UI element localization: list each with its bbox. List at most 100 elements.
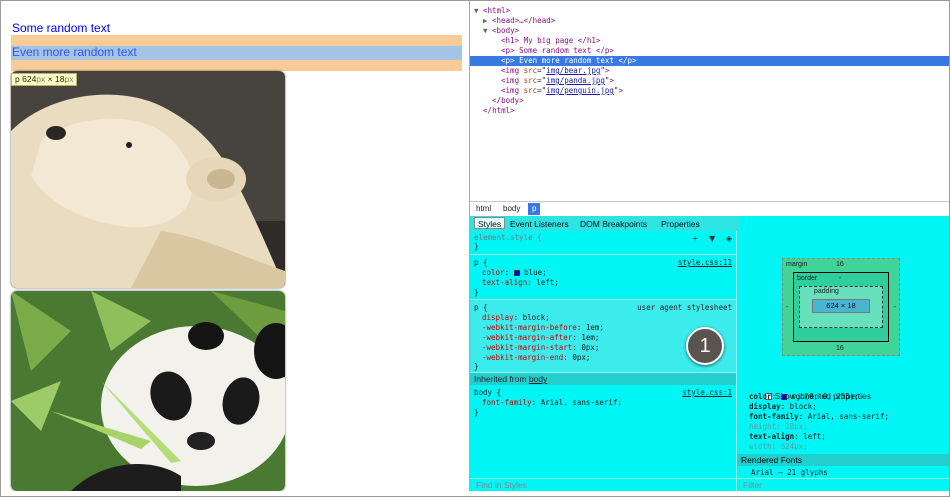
color-format-icon[interactable]: ◈ — [726, 234, 732, 243]
dom-attr-link[interactable]: img/penguin.jpg — [546, 86, 614, 95]
tab-properties[interactable]: Properties — [661, 218, 700, 230]
element-style-close: } — [474, 242, 479, 251]
computed-val: 624px; — [780, 442, 808, 451]
page-preview: Some random text Even more random text p… — [1, 1, 469, 491]
element-style-selector[interactable]: element.style { — [474, 233, 542, 243]
computed-style-line[interactable]: font-family: Arial, sans-serif; — [749, 412, 889, 422]
polar-bear-image[interactable] — [11, 71, 285, 288]
computed-val: 18px; — [785, 422, 808, 431]
dom-tag-name: html — [492, 106, 511, 115]
dom-node-line[interactable]: <p> Even more random text </p> — [470, 56, 949, 66]
box-model-padding[interactable]: padding 624 × 18 — [799, 286, 883, 328]
dom-tag-rest: > Some random text </p> — [510, 46, 614, 55]
computed-val: left; — [803, 432, 826, 441]
margin-bottom-value[interactable]: 16 — [836, 345, 844, 352]
box-model-content[interactable]: 624 × 18 — [812, 299, 870, 313]
elements-tree: ▼ <html> ▶ <head>…</head> ▼ <body> <h1> My… — [470, 1, 949, 201]
margin-top-value[interactable]: 16 — [836, 261, 844, 268]
dom-tag-rest: > — [505, 6, 511, 15]
computed-style-line[interactable]: width: 624px; — [749, 442, 808, 452]
tab-event-listeners[interactable]: Event Listeners — [510, 218, 569, 230]
dom-attr-link[interactable]: img/bear.jpg — [546, 66, 600, 75]
body-font-decl[interactable]: font-family: Arial, sans-serif; — [482, 398, 622, 408]
ua-val: 1em; — [585, 323, 604, 332]
panda-image[interactable] — [11, 291, 285, 491]
computed-style-line[interactable]: color: rgb(0, 0, 255); — [749, 392, 859, 402]
breadcrumb-html[interactable]: html — [472, 203, 495, 215]
show-inherited-row[interactable]: Show inherited properties — [741, 381, 871, 401]
computed-filter-input[interactable]: Filter — [737, 478, 949, 491]
inherited-label: Inherited from — [474, 374, 527, 384]
body-font-prop: font-family — [482, 398, 532, 407]
paragraph-some-random-text[interactable]: Some random text — [12, 21, 110, 35]
ua-val: 1em; — [581, 333, 600, 342]
pin-icon[interactable]: ▼ — [709, 234, 715, 243]
dom-tag-open: </ — [492, 96, 502, 105]
rule1-selector[interactable]: p { — [474, 258, 488, 268]
border-top-value[interactable]: - — [839, 275, 841, 282]
dom-tag-rest: > — [514, 26, 520, 35]
dom-tag-rest: > — [618, 86, 623, 95]
dom-node-line[interactable]: ▼ <body> — [470, 26, 519, 36]
dom-node-line[interactable]: <img src="img/penguin.jpg"> — [470, 86, 623, 96]
dom-attr-name: src — [523, 66, 538, 75]
rule1-align-prop: text-align — [482, 278, 528, 287]
new-rule-icon[interactable]: + — [692, 234, 699, 243]
tab-styles[interactable]: Styles — [474, 217, 506, 229]
ua-selector: p { — [474, 303, 488, 312]
breadcrumb-body[interactable]: body — [499, 203, 524, 215]
screenshot-frame: Some random text Even more random text p… — [0, 0, 950, 497]
rule1-align-val: left; — [536, 278, 559, 287]
dom-node-line[interactable]: <h1> My big page </h1> — [470, 36, 600, 46]
polar-bear-image-art — [11, 71, 285, 288]
computed-style-line[interactable]: display: block; — [749, 402, 817, 412]
ua-prop: display — [482, 313, 514, 322]
find-in-styles-input[interactable]: Find in Styles — [470, 478, 736, 491]
dom-node-line[interactable]: </body> — [470, 96, 524, 106]
dom-node-line[interactable]: ▶ <head>…</head> — [470, 16, 555, 26]
dom-tag-rest: > — [510, 106, 515, 115]
dom-tag-name: body — [496, 26, 515, 35]
computed-style-line[interactable]: height: 18px; — [749, 422, 808, 432]
rule-p-style-css: p { style.css:11 color: blue; text-align… — [470, 255, 736, 300]
breadcrumb-p[interactable]: p — [528, 203, 541, 215]
expand-triangle-icon[interactable]: ▼ — [483, 26, 488, 35]
margin-right-value[interactable]: - — [894, 304, 896, 311]
dom-node-line[interactable]: <p> Some random text </p> — [470, 46, 614, 56]
dom-attr-link[interactable]: img/panda.jpg — [546, 76, 605, 85]
rule1-source-link[interactable]: style.css:11 — [678, 258, 732, 268]
dom-node-line[interactable]: ▼ <html> — [470, 6, 510, 16]
box-model-border[interactable]: border - padding 624 × 18 — [793, 272, 889, 342]
margin-left-value[interactable]: - — [786, 304, 788, 311]
body-source-link[interactable]: style.css:1 — [682, 388, 732, 398]
tab-dom-breakpoints[interactable]: DOM Breakpoints — [580, 218, 647, 230]
ua-prop: -webkit-margin-end — [482, 353, 564, 362]
rule1-color-decl[interactable]: color: blue; — [482, 268, 547, 278]
dom-tag-open: </ — [483, 106, 493, 115]
expand-triangle-icon[interactable]: ▶ — [483, 16, 488, 25]
inherited-body-link[interactable]: body — [529, 374, 547, 384]
expand-triangle-icon[interactable]: ▼ — [474, 6, 479, 15]
computed-style-line[interactable]: text-align: left; — [749, 432, 826, 442]
element-size-tooltip: p 624px × 18px — [11, 73, 78, 86]
dom-node-line[interactable]: </html> — [470, 106, 515, 116]
tooltip-unit-h: px — [64, 74, 74, 84]
computed-prop: width — [749, 442, 772, 451]
inherited-from-header: Inherited from body — [470, 373, 736, 385]
dom-tag-rest: > — [609, 76, 614, 85]
rule1-color-val: blue; — [524, 268, 547, 277]
paragraph-even-more-random-text[interactable]: Even more random text — [12, 45, 137, 59]
dom-tag-name: head — [496, 16, 515, 25]
dom-tag-rest: > My big page </h1> — [514, 36, 601, 45]
color-swatch[interactable] — [780, 394, 787, 400]
body-selector[interactable]: body { — [474, 388, 501, 398]
rule1-align-decl[interactable]: text-align: left; — [482, 278, 559, 288]
dom-node-line[interactable]: <img src="img/panda.jpg"> — [470, 76, 614, 86]
rendered-fonts-header[interactable]: Rendered Fonts — [737, 454, 949, 466]
dom-tag-rest: > Even more random text </p> — [510, 56, 637, 65]
computed-prop: text-align — [749, 432, 795, 441]
highlight-margin-bottom — [11, 60, 462, 71]
dom-node-line[interactable]: <img src="img/bear.jpg"> — [470, 66, 609, 76]
box-model-margin[interactable]: margin 16 - - 16 border - padding 624 × … — [782, 258, 900, 356]
blue-color-swatch[interactable] — [513, 270, 520, 276]
